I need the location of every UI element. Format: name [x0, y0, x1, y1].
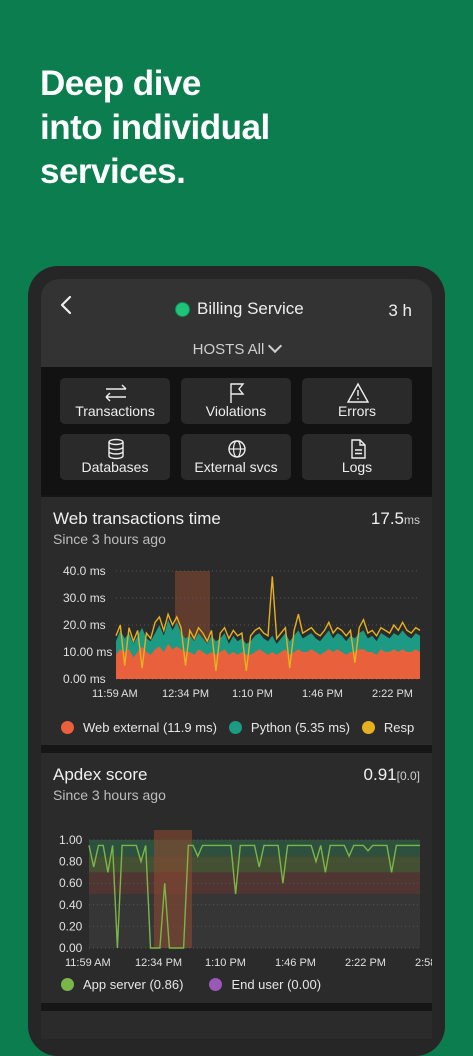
card-subtitle: Since 3 hours ago [53, 531, 166, 547]
y-tick-label: 0.80 [59, 855, 83, 869]
hosts-filter[interactable]: HOSTS All [41, 338, 432, 358]
web-transactions-card[interactable]: Web transactions time Since 3 hours ago … [41, 497, 432, 745]
legend-item: Web external (11.9 ms) [61, 720, 217, 735]
x-tick-label: 2:58 [415, 957, 432, 967]
legend-label: Web external (11.9 ms) [83, 720, 217, 735]
legend-dot [361, 721, 375, 734]
y-tick-label: 0.00 [59, 941, 83, 955]
nav-transactions-button[interactable]: Transactions [60, 378, 170, 424]
card-value-threshold: [0.0] [396, 769, 420, 783]
app-screen: Billing Service 3 h HOSTS All Transactio… [41, 279, 432, 1039]
x-tick-label: 1:10 PM [205, 957, 246, 967]
y-tick-label: 1.00 [59, 833, 83, 847]
chevron-down-icon [268, 338, 283, 354]
nav-violations-button[interactable]: Violations [181, 378, 291, 424]
card-value: 0.91[0.0] [364, 765, 420, 785]
nav-logs-label: Logs [341, 459, 373, 475]
card-title: Web transactions time [53, 509, 221, 528]
legend-label: App server (0.86) [83, 977, 184, 992]
card-subtitle: Since 3 hours ago [53, 787, 166, 803]
headline-line-1: Deep dive [40, 64, 201, 103]
web-transactions-chart: 40.0 ms 30.0 ms 20.0 ms 10.00 ms 0.00 ms 11:5… [63, 564, 421, 700]
next-card [41, 1011, 432, 1039]
service-title: Billing Service [175, 299, 304, 319]
hosts-label: HOSTS All [192, 341, 265, 358]
legend-label: Resp [383, 720, 415, 735]
x-tick-label: 1:46 PM [302, 688, 343, 700]
legend-dot [228, 721, 242, 734]
service-name: Billing Service [197, 299, 304, 318]
service-nav-grid: Transactions Violations Errors Databases [41, 367, 432, 495]
x-tick-label: 1:10 PM [232, 688, 273, 700]
y-tick-label: 0.20 [59, 919, 83, 933]
apdex-band [89, 894, 420, 948]
y-tick-label: 20.0 ms [63, 618, 106, 632]
time-range-button[interactable]: 3 h [388, 301, 412, 321]
nav-errors-label: Errors [337, 403, 377, 419]
card-value-unit: ms [404, 513, 420, 527]
headline-line-2: into individual [40, 108, 270, 147]
x-tick-label: 1:46 PM [275, 957, 316, 967]
card-value: 17.5ms [371, 509, 420, 529]
x-tick-label: 12:34 PM [135, 957, 182, 967]
legend-label: Python (5.35 ms) [250, 720, 350, 735]
x-tick-label: 12:34 PM [162, 688, 209, 700]
y-tick-label: 30.0 ms [63, 591, 106, 605]
warning-icon [347, 382, 369, 403]
apdex-band [89, 872, 420, 894]
x-tick-label: 11:59 AM [65, 957, 111, 967]
apdex-chart: 1.00 0.80 0.60 0.40 0.20 0.00 11:59 AM 12:34 PM… [59, 830, 432, 967]
x-tick-label: 2:22 PM [372, 688, 413, 700]
y-tick-label: 0.60 [59, 876, 83, 890]
nav-databases-label: Databases [81, 459, 149, 475]
chevron-left-icon[interactable] [55, 293, 77, 323]
x-tick-label: 2:22 PM [345, 957, 386, 967]
legend-item: Resp [361, 720, 415, 735]
card-value-number: 17.5 [370, 509, 404, 528]
y-tick-label: 40.0 ms [63, 564, 106, 578]
y-tick-label: 0.40 [59, 898, 83, 912]
nav-external-services-button[interactable]: External svcs [181, 434, 291, 480]
nav-errors-button[interactable]: Errors [302, 378, 412, 424]
globe-icon [228, 440, 246, 458]
legend-dot [61, 721, 74, 734]
flag-icon [230, 383, 245, 403]
apdex-card[interactable]: Apdex score Since 3 hours ago 0.91[0.0] … [41, 753, 432, 1003]
legend-dot [209, 978, 223, 991]
arrows-icon [105, 384, 127, 402]
headline-line-3: services. [40, 152, 186, 191]
database-icon [108, 438, 124, 460]
nav-logs-button[interactable]: Logs [302, 434, 412, 480]
web-chart-legend: Web external (11.9 ms) Python (5.35 ms) … [61, 720, 426, 735]
legend-item: App server (0.86) [61, 977, 183, 992]
document-icon [351, 439, 366, 459]
apdex-chart-legend: App server (0.86) End user (0.00) [61, 977, 333, 992]
headline: Deep dive into individual services. [40, 62, 270, 194]
apdex-band [89, 856, 420, 873]
legend-dot [61, 978, 74, 991]
service-header: Billing Service 3 h HOSTS All [41, 279, 432, 367]
nav-databases-button[interactable]: Databases [60, 434, 170, 480]
nav-external-services-label: External svcs [194, 459, 278, 475]
status-dot [175, 301, 190, 317]
card-value-number: 0.91 [363, 765, 397, 784]
nav-transactions-label: Transactions [75, 403, 155, 419]
legend-item: End user (0.00) [209, 977, 321, 992]
legend-label: End user (0.00) [231, 977, 322, 992]
x-tick-label: 11:59 AM [92, 688, 138, 700]
nav-violations-label: Violations [205, 403, 267, 419]
legend-item: Python (5.35 ms) [228, 720, 350, 735]
card-title: Apdex score [53, 765, 148, 784]
y-tick-label: 0.00 ms [63, 672, 106, 686]
y-tick-label: 10.00 ms [63, 645, 112, 659]
